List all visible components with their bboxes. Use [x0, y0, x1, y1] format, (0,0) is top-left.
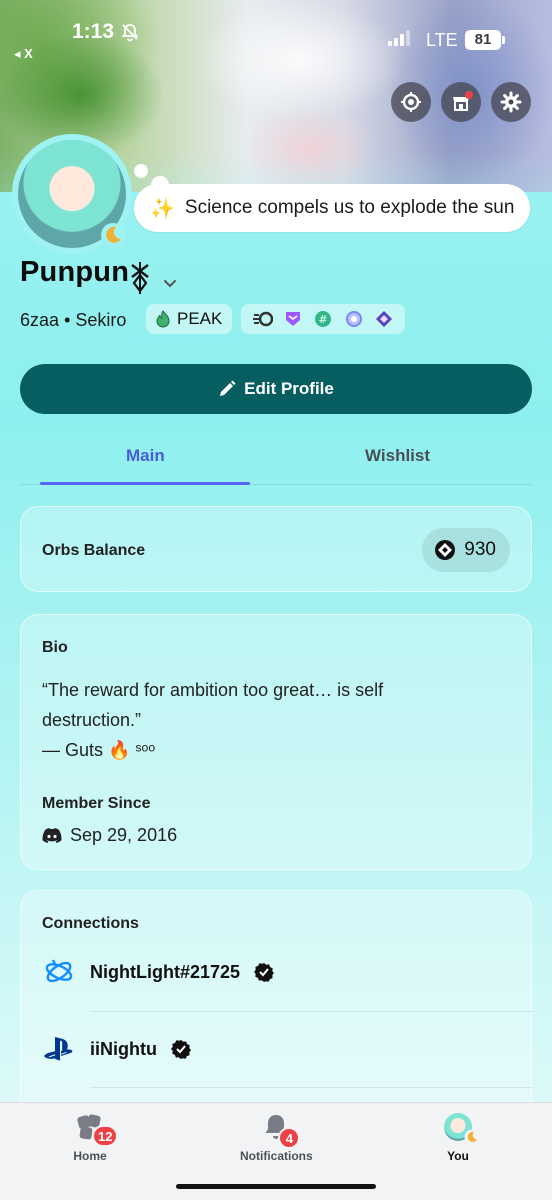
- shop-button[interactable]: [441, 82, 481, 122]
- connection-divider: [90, 1011, 533, 1012]
- nav-home-label: Home: [73, 1149, 107, 1163]
- profile-subtext: Sekiro: [75, 310, 127, 330]
- member-since-date: Sep 29, 2016: [70, 825, 178, 845]
- discord-icon: [42, 827, 62, 843]
- edit-profile-label: Edit Profile: [244, 379, 334, 398]
- battery-nub: [502, 36, 505, 44]
- display-name: Punpun: [20, 256, 130, 288]
- username-line: 6zaa • Sekiro: [20, 310, 126, 331]
- nav-you[interactable]: You: [440, 1113, 480, 1163]
- bio-text: “The reward for ambition too great… is s…: [42, 675, 512, 765]
- verified-check-icon: [170, 1040, 191, 1059]
- gear-icon: [500, 91, 522, 113]
- quest-badge-icon: [376, 311, 393, 327]
- orbs-label: Orbs Balance: [42, 542, 146, 559]
- connections-card: Connections NightLight#21725 iiNightu: [20, 890, 533, 1120]
- bio-line: “The reward for ambition too great… is s…: [42, 680, 384, 700]
- connections-heading: Connections: [42, 915, 139, 932]
- status-bubble-dot: [134, 164, 148, 178]
- orb-icon: [435, 540, 456, 560]
- hashtag-badge-icon: #: [314, 311, 331, 327]
- clock: 1:13: [72, 20, 115, 43]
- tab-main[interactable]: Main: [126, 446, 165, 466]
- tab-wishlist[interactable]: Wishlist: [365, 446, 430, 466]
- nav-notifications[interactable]: 4 Notifications: [240, 1113, 313, 1163]
- name-glyph-icon: [131, 262, 149, 294]
- verified-check-icon: [254, 963, 275, 982]
- network-type: LTE: [426, 30, 458, 50]
- svg-text:#: #: [318, 313, 327, 326]
- active-tab-indicator: [40, 482, 250, 485]
- nitro-badge-icon: [345, 311, 362, 327]
- playstation-icon: [42, 1032, 76, 1066]
- nitro-icon: [401, 92, 421, 112]
- orbs-balance[interactable]: 930: [422, 528, 510, 572]
- battery-icon: 81: [465, 30, 501, 50]
- bio-line: destruction.”: [42, 710, 142, 730]
- bell-muted-icon: [121, 24, 139, 42]
- orbs-value: 930: [464, 539, 496, 560]
- username: 6zaa: [20, 310, 60, 330]
- connection-divider: [90, 1087, 533, 1088]
- pencil-icon: [220, 380, 236, 396]
- member-since-row: Sep 29, 2016: [42, 825, 177, 846]
- orbs-card[interactable]: Orbs Balance 930: [20, 506, 532, 592]
- nav-home[interactable]: 12 Home: [72, 1113, 119, 1163]
- guild-tag-label: PEAK: [177, 309, 223, 328]
- bell-icon: 4: [258, 1113, 301, 1149]
- guild-flame-icon: [156, 310, 170, 328]
- home-badge: 12: [92, 1125, 119, 1147]
- back-to-app-link[interactable]: ◂ X: [14, 46, 33, 62]
- connection-item[interactable]: NightLight#21725: [42, 955, 275, 989]
- status-bar: 1:13 ◂ X LTE 81: [0, 0, 552, 64]
- sparkles-icon: ✨: [150, 197, 175, 220]
- bio-line: — Guts 🔥 ˢᵒᵒ: [42, 740, 156, 760]
- custom-status-text: Science compels us to explode the sun: [184, 197, 515, 218]
- member-since-heading: Member Since: [42, 795, 151, 812]
- custom-status[interactable]: ✨ Science compels us to explode the sun: [134, 184, 530, 232]
- bio-card: Bio “The reward for ambition too great… …: [20, 614, 532, 870]
- signal-icon: [388, 30, 410, 46]
- settings-button[interactable]: [491, 82, 531, 122]
- you-avatar-wrap: [440, 1113, 480, 1145]
- shop-notification-dot: [465, 91, 473, 99]
- badge-strip[interactable]: #: [241, 304, 405, 334]
- nav-notifications-label: Notifications: [240, 1149, 313, 1163]
- home-servers-icon: 12: [72, 1113, 119, 1147]
- edit-profile-button[interactable]: Edit Profile: [20, 364, 532, 414]
- connection-account: NightLight#21725: [90, 961, 241, 982]
- speed-badge-icon: [252, 311, 273, 327]
- chevron-down-icon[interactable]: [163, 279, 177, 289]
- battle-net-icon: [42, 955, 76, 989]
- separator-dot: •: [64, 310, 76, 330]
- notifications-badge: 4: [278, 1127, 301, 1149]
- guild-tag[interactable]: PEAK: [146, 304, 233, 334]
- home-indicator: [176, 1184, 376, 1189]
- bio-heading: Bio: [42, 639, 68, 656]
- nav-you-label: You: [447, 1149, 469, 1163]
- connection-item[interactable]: iiNightu: [42, 1032, 191, 1066]
- hypesquad-badge-icon: [286, 312, 301, 326]
- nitro-button[interactable]: [391, 82, 431, 122]
- idle-moon-icon: [101, 223, 125, 247]
- idle-moon-icon: [464, 1129, 480, 1145]
- connection-account: iiNightu: [90, 1038, 157, 1059]
